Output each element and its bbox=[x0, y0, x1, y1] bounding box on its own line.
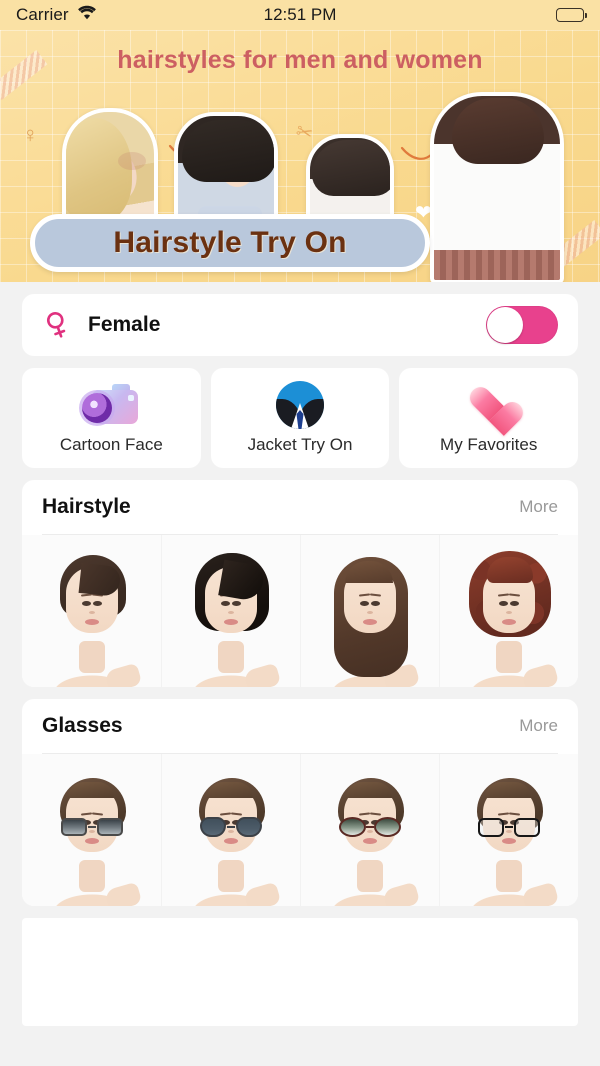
section-hairstyle: Hairstyle More bbox=[22, 480, 578, 687]
glasses-thumb-black-frame-clear-eyeglasses[interactable] bbox=[439, 754, 578, 906]
gender-toggle-switch[interactable] bbox=[486, 306, 558, 344]
glasses-thumbnail-list bbox=[22, 754, 578, 906]
hairstyle-thumb-black-layered-bob[interactable] bbox=[161, 535, 300, 687]
hairstyle-more-link[interactable]: More bbox=[519, 497, 558, 517]
feature-label: Cartoon Face bbox=[59, 435, 163, 454]
hero-banner: hairstyles for men and women ♀ ✂ ❤ Hairs… bbox=[0, 30, 600, 282]
glasses-thumb-aviator-dark-sunglasses[interactable] bbox=[161, 754, 300, 906]
battery-icon bbox=[556, 8, 587, 22]
scissors-doodle: ✂ bbox=[293, 120, 316, 146]
venus-female-icon bbox=[42, 310, 72, 340]
suit-avatar-icon bbox=[276, 381, 324, 429]
camera-icon bbox=[82, 381, 140, 429]
hairstyle-thumbnail-list bbox=[22, 535, 578, 687]
app-title: Hairstyle Try On bbox=[113, 226, 347, 259]
feature-jacket-try-on[interactable]: Jacket Try On bbox=[210, 368, 390, 468]
glasses-overlay-icon bbox=[60, 817, 123, 837]
feature-my-favorites[interactable]: My Favorites bbox=[399, 368, 579, 468]
glasses-overlay-icon bbox=[199, 817, 262, 837]
banner-tagline: hairstyles for men and women bbox=[117, 46, 483, 74]
app-title-pill: Hairstyle Try On bbox=[30, 214, 430, 272]
heart-icon bbox=[468, 381, 510, 429]
status-bar-right bbox=[556, 8, 587, 22]
section-glasses: Glasses More bbox=[22, 699, 578, 906]
banner-photo-white-sweater-model bbox=[430, 92, 564, 282]
toggle-knob[interactable] bbox=[487, 307, 523, 343]
feature-label: My Favorites bbox=[440, 435, 538, 454]
hairstyle-thumb-auburn-curly-bob[interactable] bbox=[439, 535, 578, 687]
feature-cartoon-face[interactable]: Cartoon Face bbox=[22, 368, 201, 468]
glasses-overlay-icon bbox=[477, 817, 540, 837]
main-content: Female Cartoon Face Jacket Try On My Fav… bbox=[0, 294, 600, 1026]
feature-shortcuts: Cartoon Face Jacket Try On My Favorites bbox=[22, 368, 579, 468]
hairstyle-thumb-short-dark-brown-pixie[interactable] bbox=[22, 535, 161, 687]
glasses-thumb-square-gradient-sunglasses[interactable] bbox=[22, 754, 161, 906]
hairstyle-thumb-long-straight-brown[interactable] bbox=[300, 535, 439, 687]
section-title: Hairstyle bbox=[42, 495, 131, 518]
status-bar-left: Carrier bbox=[16, 5, 97, 25]
empty-content-card bbox=[22, 918, 578, 1026]
section-header: Glasses More bbox=[22, 699, 578, 753]
section-title: Glasses bbox=[42, 714, 123, 737]
carrier-label: Carrier bbox=[16, 5, 69, 24]
wifi-icon bbox=[77, 5, 97, 25]
gender-label: Female bbox=[88, 313, 161, 336]
section-header: Hairstyle More bbox=[22, 480, 578, 534]
feature-label: Jacket Try On bbox=[247, 435, 353, 454]
status-bar: Carrier 12:51 PM bbox=[0, 0, 600, 30]
glasses-thumb-oversized-round-gradient-sunglasses[interactable] bbox=[300, 754, 439, 906]
glasses-overlay-icon bbox=[338, 817, 401, 837]
glasses-more-link[interactable]: More bbox=[519, 716, 558, 736]
gender-selector-row[interactable]: Female bbox=[22, 294, 578, 356]
venus-symbol-doodle: ♀ bbox=[22, 122, 39, 147]
